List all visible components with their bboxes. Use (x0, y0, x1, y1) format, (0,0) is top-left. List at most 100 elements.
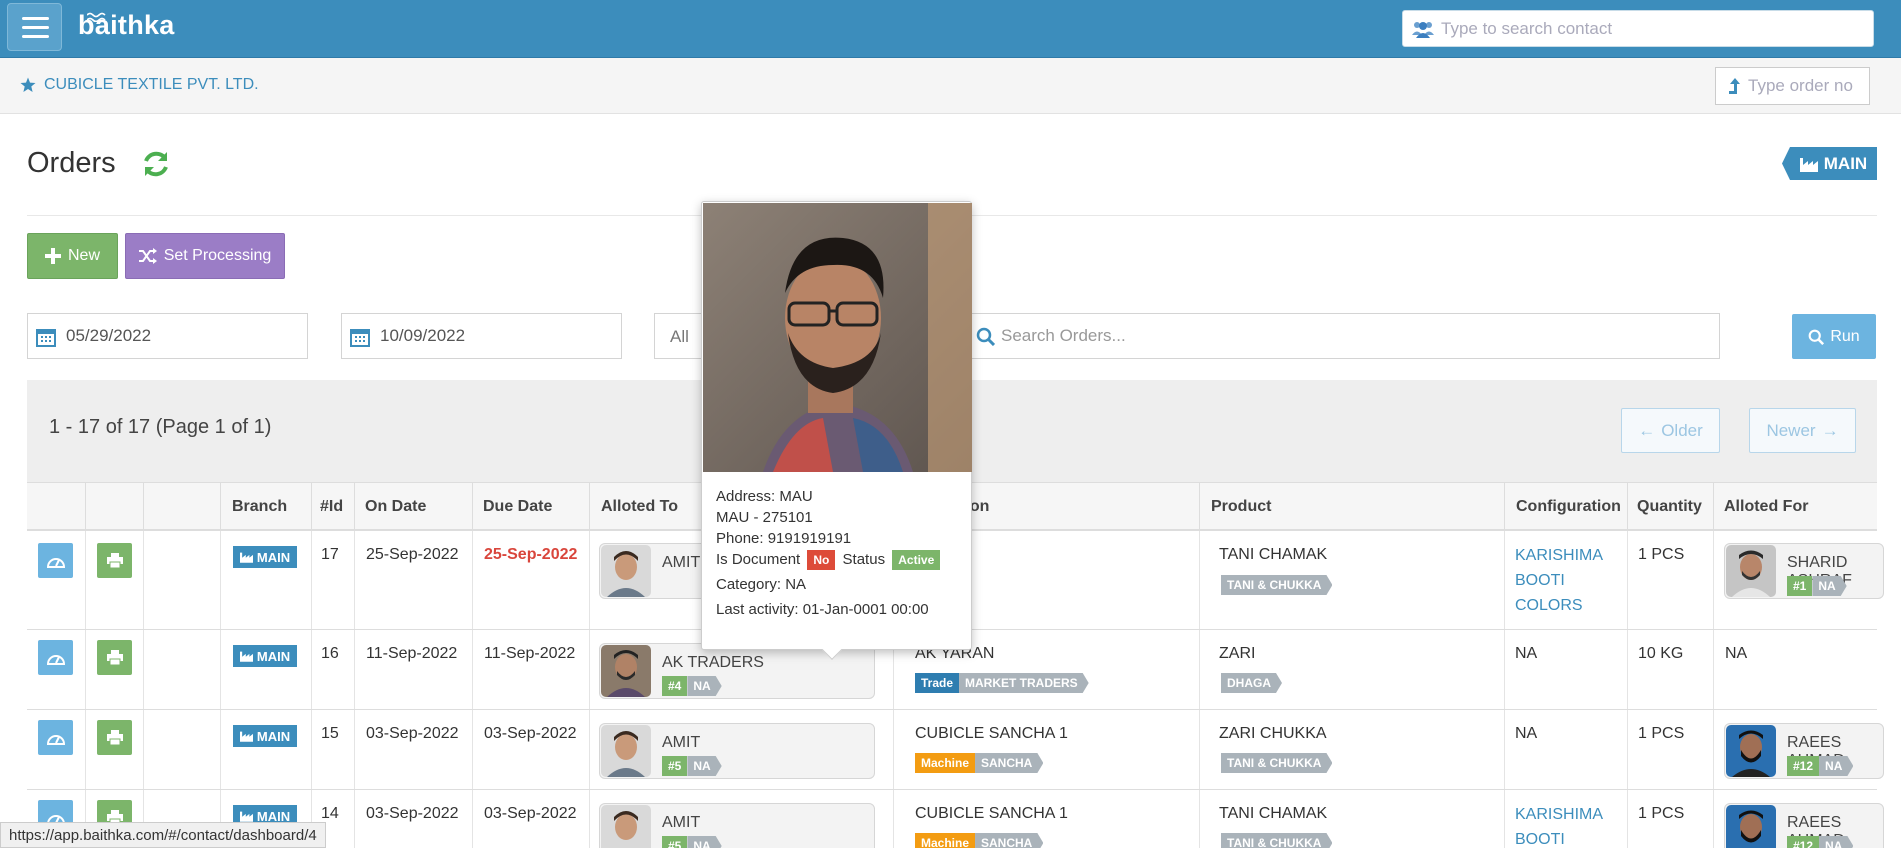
branch-badge-label: MAIN (256, 549, 291, 565)
dashboard-icon[interactable] (38, 640, 73, 675)
upload-arrow-icon (1729, 78, 1740, 94)
page-title: Orders (27, 147, 116, 179)
app-logo[interactable]: baithka (78, 10, 175, 41)
refresh-icon[interactable] (141, 149, 171, 179)
production-name: CUBICLE SANCHA 1 (915, 805, 1068, 822)
on-date: 03-Sep-2022 (366, 805, 459, 822)
set-processing-button[interactable]: Set Processing (125, 233, 285, 279)
alloted-for-card[interactable]: RAEES AHMAD #12 NA (1724, 803, 1884, 848)
is-document-label: Is Document (716, 551, 801, 568)
from-date-input[interactable] (66, 322, 296, 350)
run-button[interactable]: Run (1792, 314, 1876, 359)
contact-category: Category: NA (716, 576, 807, 593)
run-label: Run (1830, 327, 1860, 345)
older-label: Older (1661, 420, 1703, 440)
th-branch: Branch (232, 498, 288, 515)
contact-number-tag: #5 (662, 836, 688, 848)
avatar (601, 645, 651, 697)
contact-number-tag: #12 (1787, 756, 1820, 776)
contact-number-tag: #1 (1787, 576, 1813, 596)
contact-search[interactable] (1402, 10, 1874, 47)
order-id: 15 (321, 725, 339, 742)
menu-icon[interactable] (7, 3, 62, 51)
newer-label: Newer (1766, 420, 1816, 440)
th-id: #Id (320, 498, 344, 515)
order-search-input[interactable] (1001, 322, 1701, 350)
avatar (601, 725, 651, 777)
contact-category-tag: NA (687, 836, 721, 848)
new-order-button[interactable]: New (27, 233, 118, 279)
contact-number-tag: #5 (662, 756, 688, 776)
contact-photo (703, 203, 972, 472)
calendar-icon (350, 329, 370, 347)
calendar-icon (36, 329, 56, 347)
print-icon[interactable] (97, 640, 132, 675)
to-date-input[interactable] (380, 322, 610, 350)
shuffle-icon (138, 248, 157, 264)
pager-summary: 1 - 17 of 17 (Page 1 of 1) (49, 416, 272, 438)
contact-category-tag: NA (687, 756, 721, 776)
older-button[interactable]: ← Older (1621, 408, 1720, 453)
configuration: NA (1515, 645, 1538, 662)
branch-label: MAIN (1823, 153, 1868, 173)
alloted-for-card[interactable]: RAEES AHMAD #12 NA (1724, 723, 1884, 779)
alloted-to-card[interactable]: AMIT #5 NA (599, 803, 875, 848)
order-number-search[interactable] (1715, 67, 1870, 105)
star-icon (20, 77, 36, 92)
contact-category-tag: NA (1819, 756, 1853, 776)
branch-selector[interactable]: MAIN (1782, 147, 1877, 180)
th-product: Product (1211, 498, 1272, 515)
quantity: 1 PCS (1638, 805, 1685, 822)
order-id: 16 (321, 645, 339, 662)
contact-search-input[interactable] (1441, 14, 1861, 44)
contact-category-tag: NA (687, 676, 721, 696)
alloted-to-name: AMIT (662, 814, 701, 831)
due-date: 03-Sep-2022 (484, 805, 577, 822)
from-date-field[interactable] (27, 313, 308, 359)
dashboard-icon[interactable] (38, 720, 73, 755)
order-search-field[interactable] (962, 313, 1720, 359)
dashboard-icon[interactable] (38, 543, 73, 578)
production-type-tag: Trade (915, 673, 960, 693)
factory-icon (239, 651, 253, 662)
configuration-link[interactable]: KARISHIMA BOOTI (1515, 802, 1605, 848)
users-icon (1412, 22, 1434, 38)
production-type-tag: Machine (915, 753, 976, 773)
new-order-label: New (67, 247, 100, 264)
company-link[interactable]: CUBICLE TEXTILE PVT. LTD. (20, 76, 259, 94)
order-number-input[interactable] (1748, 72, 1866, 100)
production-type-tag: Machine (915, 833, 976, 848)
contact-number-tag: #4 (662, 676, 688, 696)
factory-icon (239, 731, 253, 742)
alloted-for-card[interactable]: SHARID ASHRAF #1 NA (1724, 543, 1884, 599)
factory-icon (239, 811, 253, 822)
th-on-date: On Date (365, 498, 427, 515)
company-name: CUBICLE TEXTILE PVT. LTD. (44, 76, 259, 93)
to-date-field[interactable] (341, 313, 622, 359)
th-alloted-to: Alloted To (601, 498, 679, 515)
contact-city: MAU - 275101 (716, 509, 813, 526)
alloted-to-name: AMIT (662, 554, 701, 571)
table-row[interactable]: MAIN 15 03-Sep-2022 03-Sep-2022 AMIT #5 … (27, 710, 1884, 790)
alloted-to-name: AMIT (662, 734, 701, 751)
production-group-tag: SANCHA (975, 753, 1043, 773)
configuration: NA (1515, 725, 1538, 742)
th-alloted-for: Alloted For (1724, 498, 1809, 515)
newer-button[interactable]: Newer → (1749, 408, 1856, 453)
type-select-value: All (670, 327, 689, 346)
branch-badge: MAIN (233, 645, 297, 667)
arrow-right-icon: → (1821, 420, 1839, 440)
status-badge: Active (892, 550, 941, 570)
print-icon[interactable] (97, 543, 132, 578)
on-date: 11-Sep-2022 (366, 645, 458, 662)
print-icon[interactable] (97, 720, 132, 755)
alloted-to-card[interactable]: AMIT #5 NA (599, 723, 875, 779)
avatar (601, 805, 651, 848)
contact-address: Address: MAU (716, 488, 813, 505)
configuration-link[interactable]: KARISHIMA BOOTI COLORS (1515, 543, 1605, 618)
order-id: 14 (321, 805, 339, 822)
production-group-tag: MARKET TRADERS (959, 673, 1089, 693)
factory-icon (239, 552, 253, 563)
product-name: ZARI CHUKKA (1219, 725, 1327, 742)
product-name: ZARI (1219, 645, 1256, 662)
